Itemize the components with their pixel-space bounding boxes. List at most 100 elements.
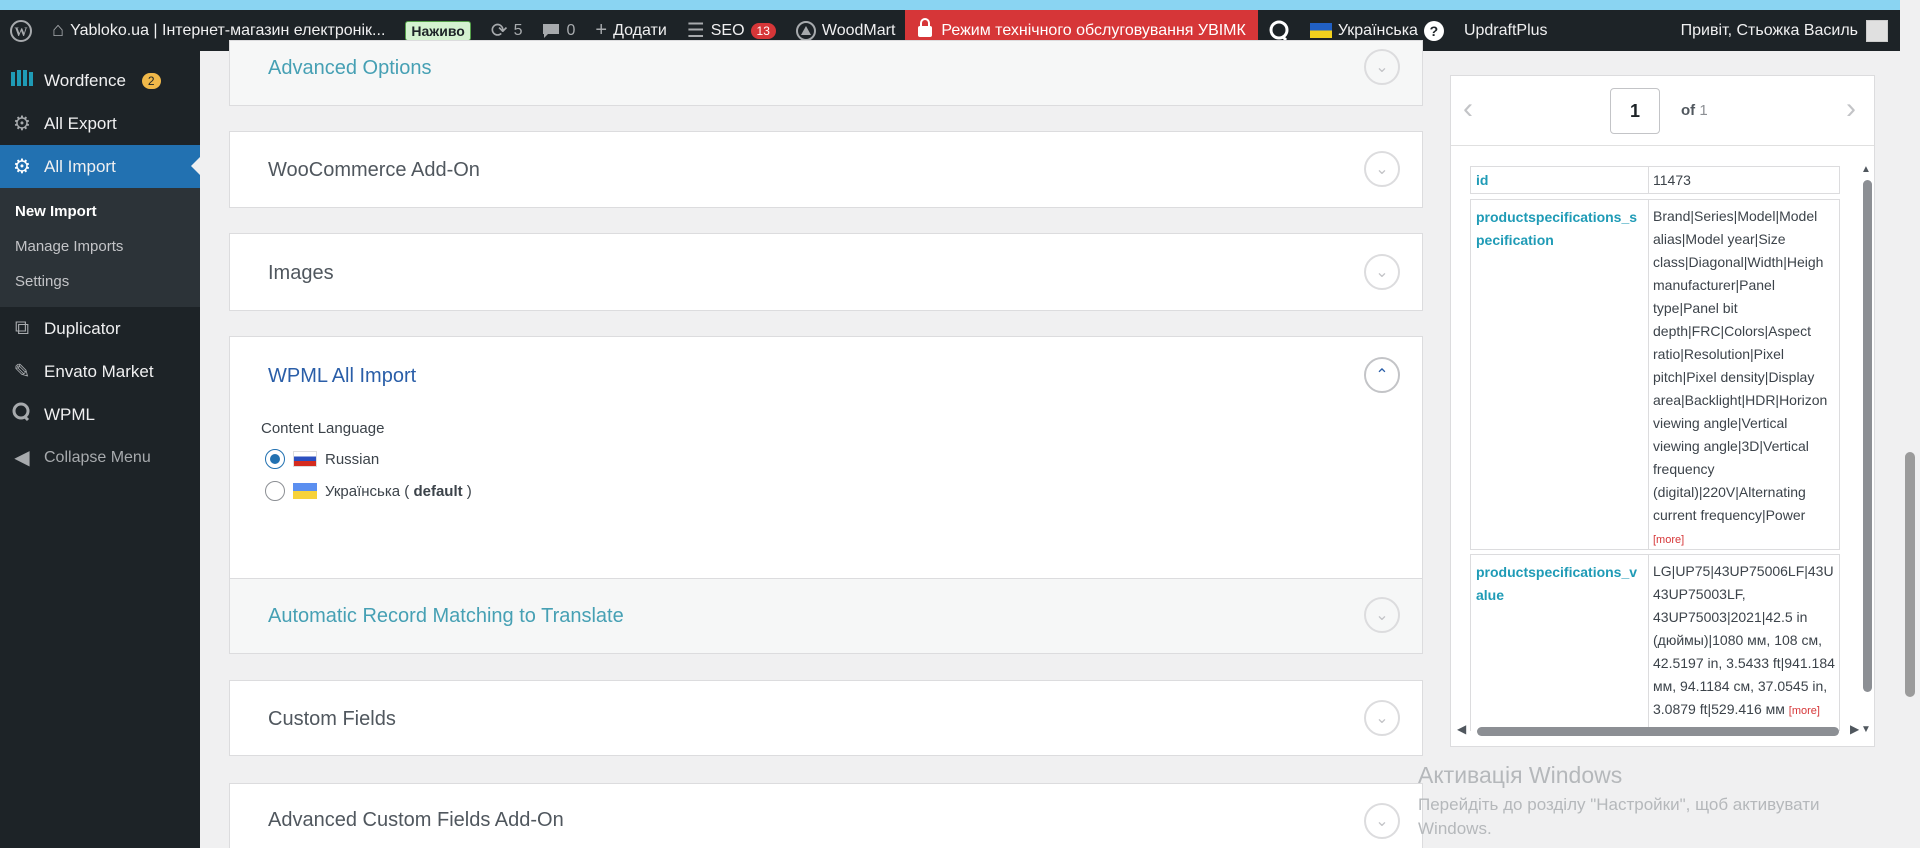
chevron-down-icon[interactable]: ⌄ — [1364, 151, 1400, 187]
scroll-up-icon[interactable]: ▲ — [1861, 164, 1871, 175]
watermark-title: Активація Windows — [1418, 762, 1623, 788]
collapse-menu-button[interactable]: ◀ Collapse Menu — [0, 436, 200, 479]
section-advanced-options[interactable]: Advanced Options ⌄ — [229, 40, 1423, 106]
scroll-right-icon[interactable]: ▶ — [1850, 722, 1859, 736]
section-images[interactable]: Images ⌄ — [229, 233, 1423, 311]
sidebar-item-all-export[interactable]: ⚙ All Export — [0, 102, 200, 145]
field-key: id — [1471, 167, 1649, 193]
woodmart-icon — [795, 20, 816, 41]
comments-count: 0 — [566, 21, 576, 39]
top-accent-stripe — [0, 0, 1920, 10]
radio-russian[interactable] — [265, 449, 285, 469]
field-key: productspecifications_specification — [1471, 200, 1649, 549]
section-title: Advanced Custom Fields Add-On — [268, 809, 564, 831]
chevron-down-icon[interactable]: ⌄ — [1364, 49, 1400, 85]
admin-sidebar: Wordfence 2 ⚙ All Export ⚙ All Import Ne… — [0, 51, 200, 848]
page-total: of 1 — [1681, 102, 1708, 119]
table-row: productspecifications_specification Bran… — [1470, 199, 1840, 550]
section-custom-fields[interactable]: Custom Fields ⌄ — [229, 680, 1423, 756]
language-option-label: Russian — [325, 450, 380, 468]
sidebar-item-label: All Import — [44, 156, 116, 176]
sidebar-item-label: Envato Market — [44, 361, 154, 381]
chevron-up-icon[interactable]: ⌃ — [1364, 357, 1400, 393]
duplicator-icon: ⧉ — [14, 317, 30, 339]
windows-activation-watermark: Активація Windows Перейдіть до розділу "… — [1418, 762, 1868, 841]
collapse-icon: ◀ — [14, 447, 30, 469]
woodmart-label: WoodMart — [821, 21, 896, 39]
plus-icon: + — [595, 19, 608, 41]
import-icon: ⚙ — [13, 156, 31, 178]
language-option-ukrainian[interactable]: Українська ( default ) — [265, 481, 472, 501]
all-import-submenu: New Import Manage Imports Settings — [0, 188, 200, 307]
preview-horizontal-scrollbar[interactable]: ◀ ▶ — [1457, 722, 1862, 738]
section-title: Advanced Options — [268, 57, 432, 79]
field-value: 11473 — [1653, 172, 1691, 188]
chevron-down-icon[interactable]: ⌄ — [1364, 700, 1400, 736]
preview-vertical-scrollbar[interactable]: ▲ ▼ — [1859, 164, 1873, 740]
sidebar-item-label: WPML — [44, 404, 95, 424]
submenu-new-import[interactable]: New Import — [0, 194, 200, 229]
help-icon[interactable]: ? — [1423, 20, 1444, 41]
sidebar-item-label: Duplicator — [44, 318, 121, 338]
watermark-subtitle: Перейдіть до розділу "Настройки", щоб ак… — [1418, 795, 1820, 838]
user-greeting: Привіт, Стьожка Василь — [1680, 21, 1858, 39]
wpml-q-icon — [1268, 20, 1290, 42]
record-pager: ‹ 1 of 1 › — [1451, 76, 1874, 146]
russia-flag-icon — [293, 451, 317, 467]
section-title: Images — [268, 262, 334, 284]
page-number-input[interactable]: 1 — [1610, 88, 1660, 134]
comment-icon — [542, 23, 560, 39]
radio-ukrainian[interactable] — [265, 481, 285, 501]
wordfence-icon — [10, 68, 34, 94]
sidebar-item-all-import[interactable]: ⚙ All Import — [0, 145, 200, 188]
table-row: id 11473 — [1470, 166, 1840, 194]
more-link[interactable]: [more] — [1789, 705, 1820, 717]
sidebar-item-wpml[interactable]: WPML — [0, 393, 200, 436]
sidebar-item-wordfence[interactable]: Wordfence 2 — [0, 59, 200, 102]
chevron-left-icon[interactable]: ‹ — [1463, 92, 1473, 126]
updraftplus-menu[interactable]: UpdraftPlus — [1454, 10, 1558, 51]
wp-logo-menu[interactable]: W — [0, 10, 42, 51]
more-link[interactable]: [more] — [1653, 534, 1684, 546]
wordpress-icon: W — [10, 19, 32, 42]
submenu-settings[interactable]: Settings — [0, 264, 200, 299]
export-icon: ⚙ — [13, 113, 31, 135]
language-label: Українська — [1337, 21, 1418, 39]
wpml-icon — [10, 402, 34, 428]
chevron-down-icon[interactable]: ⌄ — [1364, 803, 1400, 839]
sidebar-item-label: All Export — [44, 113, 117, 133]
envato-icon: ✎ — [13, 361, 31, 383]
sidebar-item-label: Wordfence — [44, 70, 126, 90]
scroll-down-icon[interactable]: ▼ — [1861, 724, 1871, 735]
chevron-down-icon[interactable]: ⌄ — [1364, 597, 1400, 633]
chevron-right-icon[interactable]: › — [1846, 92, 1856, 126]
submenu-manage-imports[interactable]: Manage Imports — [0, 229, 200, 264]
section-title: Automatic Record Matching to Translate — [268, 605, 624, 627]
updates-count: 5 — [513, 21, 523, 39]
sidebar-item-duplicator[interactable]: ⧉ Duplicator — [0, 307, 200, 350]
ukraine-flag-icon — [1309, 23, 1332, 38]
svg-text:W: W — [15, 24, 28, 39]
field-value: LG|UP75|43UP75006LF|43U 43UP75003LF, 43U… — [1653, 563, 1835, 717]
field-key: productspecifications_value — [1471, 555, 1649, 731]
section-auto-record-matching[interactable]: Automatic Record Matching to Translate ⌄ — [229, 578, 1423, 654]
language-option-russian[interactable]: Russian — [265, 449, 379, 469]
scrollbar-thumb[interactable] — [1863, 180, 1872, 692]
ukraine-flag-icon — [293, 483, 317, 499]
sidebar-item-envato-market[interactable]: ✎ Envato Market — [0, 350, 200, 393]
seo-count-badge: 13 — [750, 22, 776, 39]
page-scrollbar-thumb[interactable] — [1905, 452, 1915, 697]
seo-label: SEO — [710, 21, 745, 39]
section-title: WooCommerce Add-On — [268, 159, 480, 181]
section-woocommerce-addon[interactable]: WooCommerce Add-On ⌄ — [229, 131, 1423, 208]
record-preview-panel: ‹ 1 of 1 › id 11473 productspecification… — [1450, 75, 1875, 747]
chevron-down-icon[interactable]: ⌄ — [1364, 254, 1400, 290]
page-scrollbar[interactable] — [1900, 0, 1920, 848]
scrollbar-thumb[interactable] — [1477, 727, 1839, 736]
section-acf-addon[interactable]: Advanced Custom Fields Add-On ⌄ — [229, 783, 1423, 848]
live-badge: Наживо — [405, 20, 471, 41]
maintenance-label: Режим технічного обслуговування УВІМК — [941, 21, 1246, 39]
user-account-menu[interactable]: Привіт, Стьожка Василь — [1680, 19, 1900, 42]
wordfence-badge: 2 — [141, 72, 161, 89]
scroll-left-icon[interactable]: ◀ — [1457, 722, 1466, 736]
